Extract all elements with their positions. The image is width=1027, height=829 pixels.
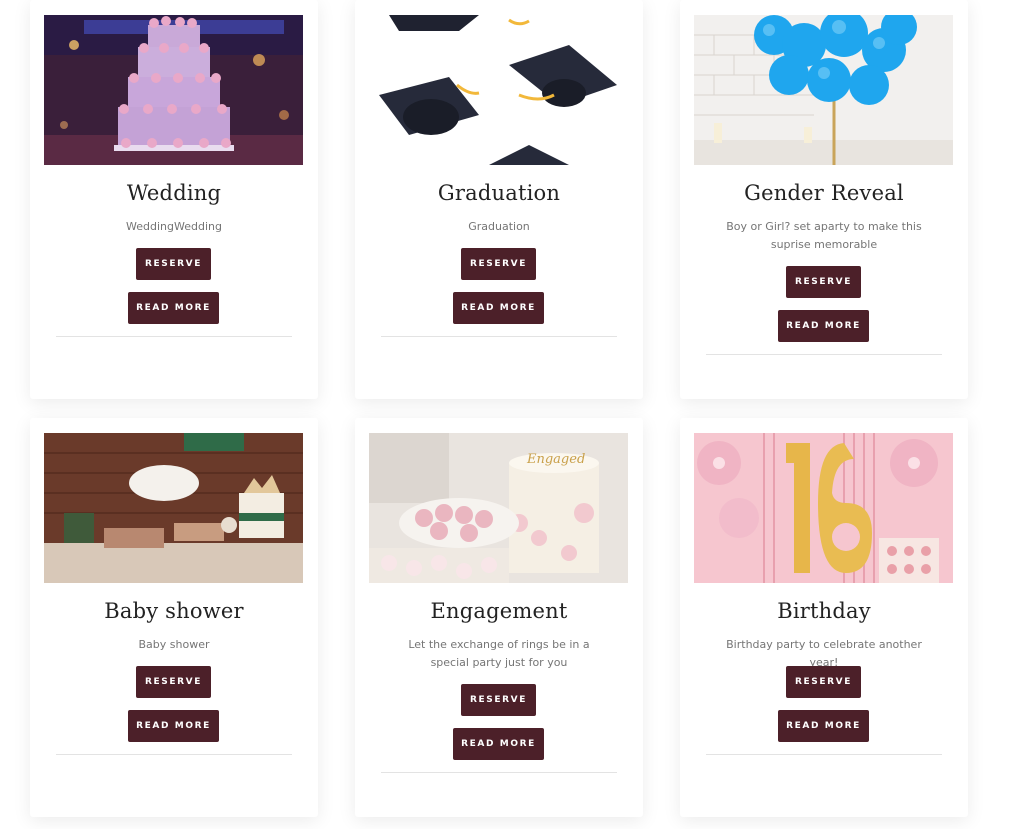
reserve-button[interactable]: RESERVE	[136, 248, 211, 280]
read-more-button[interactable]: READ MORE	[778, 310, 869, 342]
service-card-engagement: Engaged Engagement Let the exchange of r…	[355, 418, 643, 817]
service-description: Baby shower	[138, 638, 210, 651]
service-title: Gender Reveal	[744, 181, 904, 205]
service-title: Birthday	[777, 599, 871, 623]
reserve-button[interactable]: RESERVE	[461, 684, 536, 716]
read-more-button[interactable]: READ MORE	[453, 292, 544, 324]
read-more-button[interactable]: READ MORE	[778, 710, 869, 742]
card-divider	[706, 354, 942, 355]
card-divider	[706, 754, 942, 755]
reserve-button[interactable]: RESERVE	[136, 666, 211, 698]
reserve-button[interactable]: RESERVE	[786, 266, 861, 298]
card-divider	[56, 754, 292, 755]
service-description: Graduation	[468, 220, 530, 233]
wedding-cake-image	[44, 15, 303, 165]
graduation-caps-image	[369, 15, 628, 165]
service-description: Let the exchange of rings be in a specia…	[408, 638, 590, 669]
service-description: Boy or Girl? set aparty to make this sup…	[726, 220, 922, 251]
service-card-graduation: Graduation Graduation RESERVE READ MORE	[355, 0, 643, 399]
birthday-balloons-image	[694, 433, 953, 583]
service-card-birthday: Birthday Birthday party to celebrate ano…	[680, 418, 968, 817]
service-card-gender-reveal: Gender Reveal Boy or Girl? set aparty to…	[680, 0, 968, 399]
reserve-button[interactable]: RESERVE	[786, 666, 861, 698]
service-card-wedding: Wedding WeddingWedding RESERVE READ MORE	[30, 0, 318, 399]
service-description: WeddingWedding	[126, 220, 222, 233]
blue-balloons-image	[694, 15, 953, 165]
service-title: Graduation	[437, 181, 561, 205]
svg-text:Engaged: Engaged	[526, 452, 585, 467]
card-divider	[381, 336, 617, 337]
service-title: Engagement	[430, 599, 568, 623]
service-title: Baby shower	[104, 599, 244, 623]
read-more-button[interactable]: READ MORE	[128, 292, 219, 324]
service-title: Wedding	[126, 181, 222, 205]
dessert-table-image	[44, 433, 303, 583]
read-more-button[interactable]: READ MORE	[128, 710, 219, 742]
engagement-cake-image: Engaged	[369, 433, 628, 583]
read-more-button[interactable]: READ MORE	[453, 728, 544, 760]
card-divider	[381, 772, 617, 773]
service-card-baby-shower: Baby shower Baby shower RESERVE READ MOR…	[30, 418, 318, 817]
reserve-button[interactable]: RESERVE	[461, 248, 536, 280]
card-divider	[56, 336, 292, 337]
